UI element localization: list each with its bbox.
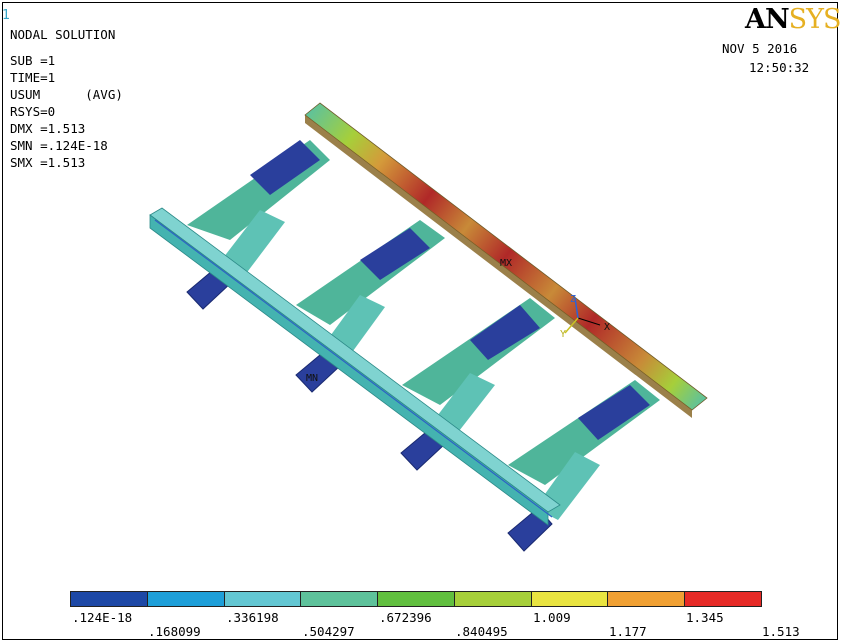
legend-tick: 1.345 [686, 610, 724, 625]
legend-tick: .840495 [455, 624, 508, 639]
legend-tick: .124E-18 [72, 610, 133, 625]
contour-legend-bar [70, 591, 762, 607]
legend-tick: 1.009 [533, 610, 571, 625]
legend-tick: .168099 [148, 624, 201, 639]
graphics-window[interactable]: 1 ANSYS NOV 5 2016 12:50:32 NODAL SOLUTI… [0, 0, 842, 644]
fea-model-view[interactable]: X Z Y MX MN [0, 0, 842, 644]
legend-color-cell [608, 592, 686, 606]
legend-color-cell [224, 592, 302, 606]
axis-x-label: X [604, 322, 610, 333]
legend-color-cell [454, 592, 532, 606]
axis-z-label: Z [570, 294, 576, 305]
legend-tick: .504297 [302, 624, 355, 639]
legend-color-cell [71, 592, 148, 606]
legend-color-cell [301, 592, 379, 606]
legend-tick: .672396 [379, 610, 432, 625]
min-label: MN [306, 373, 318, 384]
legend-color-cell [531, 592, 609, 606]
legend-tick: 1.513 [762, 624, 800, 639]
legend-color-cell [147, 592, 225, 606]
legend-tick: 1.177 [609, 624, 647, 639]
max-label: MX [500, 258, 512, 269]
axis-y-label: Y [560, 329, 566, 340]
legend-color-cell [378, 592, 455, 606]
legend-tick: .336198 [226, 610, 279, 625]
legend-color-cell [685, 592, 762, 606]
